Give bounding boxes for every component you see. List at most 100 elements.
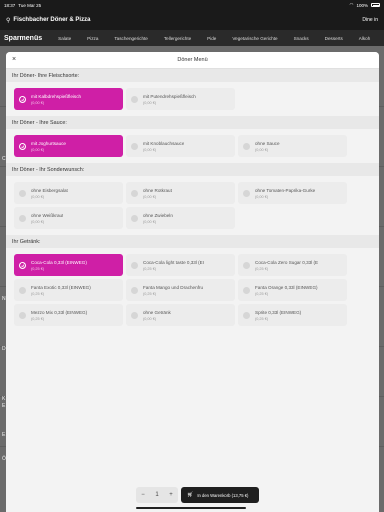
category-tab[interactable]: Desserts [317, 36, 351, 41]
background-item-letter: E [2, 403, 6, 409]
option-card[interactable]: Sprite 0,33l (EINWEG) (0,25 €) [238, 304, 347, 326]
radio-icon[interactable] [19, 261, 26, 269]
wifi-icon: ◠ [349, 2, 354, 7]
option-price: (0,00 €) [143, 100, 157, 105]
option-price: (0,00 €) [31, 194, 45, 199]
location-pin-icon: ⚲ [6, 17, 11, 24]
radio-icon[interactable] [131, 261, 138, 269]
option-name: ohne Zwiebeln [143, 212, 173, 218]
option-card[interactable]: Coca-Cola Zero Sugar 0,33l (E (0,25 €) [238, 254, 347, 276]
option-card[interactable]: ohne Rotkraut (0,00 €) [126, 182, 235, 204]
modal-title: Döner Menü [177, 57, 208, 63]
option-price: (0,00 €) [143, 194, 157, 199]
option-price: (0,25 €) [255, 266, 269, 271]
radio-icon[interactable] [19, 142, 26, 150]
option-grid: Coca-Cola 0,33l (EINWEG) (0,25 €) Coca-Col… [6, 248, 379, 332]
status-date: Tue Mar 25 [18, 2, 42, 8]
option-price: (0,00 €) [143, 316, 157, 321]
radio-icon[interactable] [19, 95, 26, 103]
option-card[interactable]: ohne Tomaten-Paprika-Gurke (0,00 €) [238, 182, 347, 204]
radio-icon[interactable] [19, 286, 26, 294]
dine-in-toggle[interactable]: Dine in [362, 17, 378, 23]
battery-percent: 100% [356, 2, 368, 8]
modal-sections: Ihr Döner- Ihre Fleischsorte: mit Kalbdre… [6, 69, 379, 332]
option-card[interactable]: Coca-Cola 0,33l (EINWEG) (0,25 €) [14, 254, 123, 276]
option-price: (0,00 €) [255, 194, 269, 199]
section-title: Ihr Getränk: [6, 235, 379, 248]
category-tab[interactable]: Pide [199, 36, 224, 41]
category-tab[interactable]: Salate [50, 36, 79, 41]
option-card[interactable]: mit Putendrehspießfleisch (0,00 €) [126, 88, 235, 110]
radio-icon[interactable] [19, 189, 26, 197]
option-grid: mit Kalbdrehspießfleisch (0,00 €) mit Pute… [6, 82, 379, 116]
option-name: Mezzo Mix 0,33l (EINWEG) [31, 309, 88, 315]
option-name: Coca-Cola 0,33l (EINWEG) [31, 259, 87, 265]
radio-icon[interactable] [243, 311, 250, 319]
option-card[interactable]: mit Kalbdrehspießfleisch (0,00 €) [14, 88, 123, 110]
option-name: ohne Weißkraut [31, 212, 64, 218]
option-name: mit Knoblauchsauce [143, 140, 185, 146]
option-name: Sprite 0,33l (EINWEG) [255, 309, 302, 315]
option-name: mit Putendrehspießfleisch [143, 93, 196, 99]
radio-icon[interactable] [131, 142, 138, 150]
decrement-button[interactable]: − [141, 492, 145, 498]
option-card[interactable]: ohne Sauce (0,00 €) [238, 135, 347, 157]
radio-icon[interactable] [131, 214, 138, 222]
option-card[interactable]: Fanta Mango und Drachenfru (0,25 €) [126, 279, 235, 301]
background-item-letter: E [2, 432, 6, 438]
option-price: (0,25 €) [255, 316, 269, 321]
home-indicator [136, 507, 246, 509]
option-name: ohne Sauce [255, 140, 280, 146]
radio-icon[interactable] [131, 95, 138, 103]
quantity-value: 1 [155, 492, 159, 498]
option-name: Fanta Mango und Drachenfru [143, 284, 204, 290]
category-tab[interactable]: Alkoh [351, 36, 379, 41]
option-card[interactable]: Mezzo Mix 0,33l (EINWEG) (0,25 €) [14, 304, 123, 326]
option-name: ohne Rotkraut [143, 187, 172, 193]
category-tab[interactable]: Sparmenüs [0, 35, 50, 42]
add-to-cart-button[interactable]: 🛒︎ In den Warenkorb (13,75 €) [181, 487, 259, 503]
radio-icon[interactable] [243, 189, 250, 197]
section-title: Ihr Döner - Ihre Sauce: [6, 116, 379, 129]
category-tab[interactable]: Tellergerichte [156, 36, 199, 41]
category-tab[interactable]: Taschengerichte [106, 36, 155, 41]
category-tab[interactable]: Vegetarische Gerichte [224, 36, 285, 41]
option-name: Coca-Cola light taste 0,33l (EI [143, 259, 205, 265]
option-card[interactable]: ohne Getränk (0,00 €) [126, 304, 235, 326]
section-title: Ihr Döner- Ihre Fleischsorte: [6, 69, 379, 82]
option-card[interactable]: mit Knoblauchsauce (0,00 €) [126, 135, 235, 157]
option-card[interactable]: ohne Zwiebeln (0,00 €) [126, 207, 235, 229]
option-name: Fanta Exotic 0,33l (EINWEG) [31, 284, 91, 290]
radio-icon[interactable] [131, 311, 138, 319]
quantity-stepper: − 1 + [136, 487, 178, 503]
radio-icon[interactable] [243, 261, 250, 269]
increment-button[interactable]: + [169, 492, 173, 498]
option-name: ohne Getränk [143, 309, 171, 315]
option-card[interactable]: ohne Weißkraut (0,00 €) [14, 207, 123, 229]
option-grid: ohne Eisbergsalat (0,00 €) ohne Rotkraut (0… [6, 176, 379, 235]
category-tab[interactable]: Snacks [286, 36, 317, 41]
radio-icon[interactable] [243, 286, 250, 294]
radio-icon[interactable] [131, 286, 138, 294]
radio-icon[interactable] [19, 311, 26, 319]
option-name: mit Kalbdrehspießfleisch [31, 93, 82, 99]
option-card[interactable]: Coca-Cola light taste 0,33l (EI (0,25 €) [126, 254, 235, 276]
option-price: (0,25 €) [31, 266, 45, 271]
option-card[interactable]: Fanta Exotic 0,33l (EINWEG) (0,25 €) [14, 279, 123, 301]
cart-icon: 🛒︎ [187, 492, 194, 498]
option-card[interactable]: mit Joghurtsauce (0,00 €) [14, 135, 123, 157]
category-tab[interactable]: Pizza [79, 36, 106, 41]
close-icon[interactable]: × [12, 56, 16, 63]
option-card[interactable]: Fanta Orange 0,33l (EINWEG) (0,25 €) [238, 279, 347, 301]
app-header: ⚲ Fischbacher Döner & Pizza Dine in [0, 10, 384, 30]
option-price: (0,25 €) [143, 291, 157, 296]
radio-icon[interactable] [243, 142, 250, 150]
option-card[interactable]: ohne Eisbergsalat (0,00 €) [14, 182, 123, 204]
battery-icon [371, 3, 380, 7]
option-price: (0,25 €) [31, 316, 45, 321]
radio-icon[interactable] [19, 214, 26, 222]
radio-icon[interactable] [131, 189, 138, 197]
section-title: Ihr Döner - Ihr Sonderwunsch: [6, 163, 379, 176]
option-grid: mit Joghurtsauce (0,00 €) mit Knoblauchsau… [6, 129, 379, 163]
option-price: (0,25 €) [143, 266, 157, 271]
